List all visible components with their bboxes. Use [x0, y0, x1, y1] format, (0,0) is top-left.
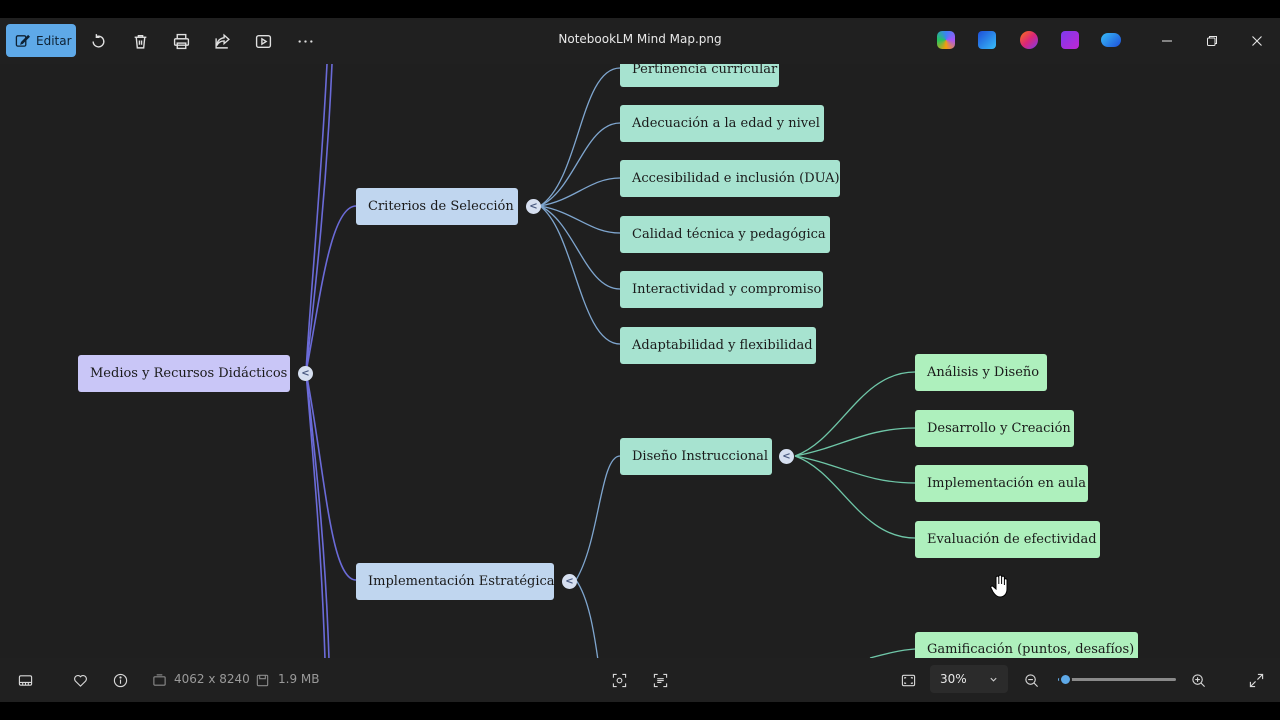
onedrive-icon[interactable]: [1101, 33, 1121, 47]
node-gamificacion: Gamificación (puntos, desafíos): [915, 632, 1138, 658]
copilot-icon[interactable]: [937, 31, 955, 49]
edit-button[interactable]: Editar: [6, 24, 76, 57]
rotate-icon[interactable]: [84, 27, 112, 55]
node-criterio-6: Adaptabilidad y flexibilidad: [620, 327, 816, 364]
node-implementacion-estrategica: Implementación Estratégica: [356, 563, 555, 600]
node-desarrollo-creacion: Desarrollo y Creación: [915, 410, 1074, 447]
node-implementacion-aula: Implementación en aula: [915, 465, 1088, 502]
node-criterio-2: Adecuación a la edad y nivel: [620, 105, 824, 142]
node-criterio-3: Accesibilidad e inclusión (DUA): [620, 160, 840, 197]
favorite-icon[interactable]: [70, 670, 90, 690]
zoom-out-icon[interactable]: [1021, 670, 1041, 690]
filmstrip-icon[interactable]: [15, 670, 35, 690]
hand-cursor-icon: [990, 574, 1008, 598]
slideshow-icon[interactable]: [249, 27, 277, 55]
mindmap-root-node: Medios y Recursos Didácticos: [78, 355, 290, 392]
file-size-icon: [252, 670, 272, 690]
text-recognition-icon[interactable]: [650, 670, 670, 690]
print-icon[interactable]: [167, 27, 195, 55]
zoom-slider-track[interactable]: [1058, 678, 1176, 681]
close-icon[interactable]: [1246, 30, 1268, 52]
designer-icon[interactable]: [978, 31, 996, 49]
zoom-in-icon[interactable]: [1188, 670, 1208, 690]
file-size: 1.9 MB: [278, 672, 320, 686]
clipchamp-icon[interactable]: [1020, 31, 1038, 49]
implementacion-collapse-toggle[interactable]: <: [562, 574, 577, 589]
fit-to-window-icon[interactable]: [898, 670, 918, 690]
window-title: NotebookLM Mind Map.png: [558, 32, 722, 46]
criterios-collapse-toggle[interactable]: <: [526, 199, 541, 214]
visual-search-icon[interactable]: [609, 670, 629, 690]
chevron-down-icon: [990, 677, 997, 682]
share-icon[interactable]: [208, 27, 236, 55]
node-analisis-diseno: Análisis y Diseño: [915, 354, 1047, 391]
node-criterio-4: Calidad técnica y pedagógica: [620, 216, 830, 253]
diseno-collapse-toggle[interactable]: <: [779, 449, 794, 464]
node-evaluacion-efectividad: Evaluación de efectividad: [915, 521, 1100, 558]
info-icon[interactable]: [110, 670, 130, 690]
edit-button-label: Editar: [36, 33, 72, 48]
minimize-icon[interactable]: [1156, 30, 1178, 52]
image-canvas[interactable]: Medios y Recursos Didácticos < Criterios…: [0, 64, 1280, 658]
zoom-slider-thumb[interactable]: [1059, 673, 1073, 686]
video-editor-icon[interactable]: [1061, 31, 1079, 49]
zoom-level-value: 30%: [940, 672, 967, 686]
root-collapse-toggle[interactable]: <: [298, 366, 313, 381]
restore-icon[interactable]: [1201, 30, 1223, 52]
node-criterio-5: Interactividad y compromiso: [620, 271, 823, 308]
full-screen-icon[interactable]: [1246, 670, 1266, 690]
node-criterio-1: Pertinencia curricular: [620, 64, 779, 87]
dimensions-icon: [149, 670, 169, 690]
zoom-level-dropdown[interactable]: 30%: [930, 665, 1008, 693]
more-options-icon[interactable]: [291, 27, 319, 55]
edit-icon: [15, 34, 30, 47]
delete-icon[interactable]: [126, 27, 154, 55]
node-diseno-instruccional: Diseño Instruccional: [620, 438, 772, 475]
node-criterios-seleccion: Criterios de Selección: [356, 188, 518, 225]
image-dimensions: 4062 x 8240: [174, 672, 250, 686]
